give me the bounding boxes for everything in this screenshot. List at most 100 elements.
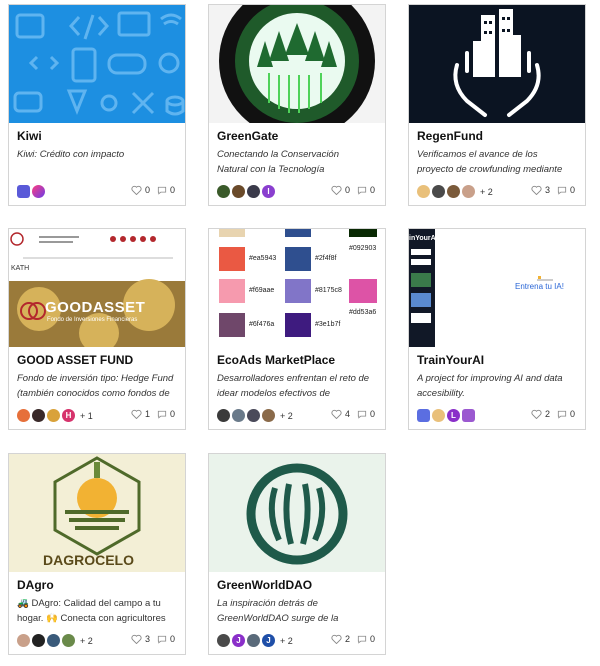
avatar[interactable] bbox=[462, 185, 475, 198]
comment-count[interactable]: 0 bbox=[157, 634, 175, 644]
avatar[interactable] bbox=[47, 409, 60, 422]
like-count[interactable]: 2 bbox=[531, 409, 550, 419]
project-thumbnail[interactable] bbox=[409, 5, 585, 123]
avatar[interactable] bbox=[32, 634, 45, 647]
more-members[interactable]: + 2 bbox=[80, 636, 93, 646]
like-count[interactable]: 3 bbox=[531, 185, 550, 195]
thumbnail-cta: Entrena tu IA! bbox=[515, 282, 564, 291]
comment-count[interactable]: 0 bbox=[557, 409, 575, 419]
card-footer: L 2 0 bbox=[415, 407, 579, 429]
project-thumbnail[interactable] bbox=[209, 454, 385, 572]
like-count[interactable]: 4 bbox=[331, 409, 350, 419]
thumbnail-kath: KATH bbox=[11, 265, 30, 272]
avatar[interactable]: L bbox=[447, 409, 460, 422]
avatar[interactable] bbox=[432, 185, 445, 198]
thumbnail-corner-label: inYourAI bbox=[409, 235, 438, 242]
project-title[interactable]: TrainYourAI bbox=[417, 353, 577, 369]
avatar[interactable] bbox=[217, 185, 230, 198]
like-count[interactable]: 1 bbox=[131, 409, 150, 419]
avatar[interactable] bbox=[247, 409, 260, 422]
more-members[interactable]: + 2 bbox=[280, 411, 293, 421]
project-card-greenworlddao[interactable]: GreenWorldDAO La inspiración detrás de G… bbox=[208, 453, 386, 655]
more-members[interactable]: + 1 bbox=[80, 411, 93, 421]
heart-icon bbox=[331, 409, 342, 419]
avatar[interactable] bbox=[417, 185, 430, 198]
like-count-value: 2 bbox=[544, 409, 550, 419]
avatar[interactable] bbox=[62, 634, 75, 647]
project-thumbnail[interactable]: #ea5943 #2f4f8f #092903 #f69aae #8175c8 … bbox=[209, 229, 385, 347]
project-title[interactable]: GreenGate bbox=[217, 129, 377, 145]
palette-label: #092903 bbox=[349, 245, 377, 252]
team-avatars: + 2 bbox=[417, 185, 493, 198]
avatar[interactable] bbox=[47, 634, 60, 647]
like-count[interactable]: 3 bbox=[131, 634, 150, 644]
comment-count-value: 0 bbox=[369, 185, 375, 195]
project-card-dagro[interactable]: DAGROCELO DAgro 🚜 DAgro: Calidad del cam… bbox=[8, 453, 186, 655]
avatar[interactable] bbox=[17, 634, 30, 647]
project-description: 🚜 DAgro: Calidad del campo a tu hogar. 🙌… bbox=[17, 596, 177, 626]
comment-icon bbox=[357, 635, 367, 644]
avatar[interactable] bbox=[32, 185, 45, 198]
description-line: idear modelos efectivos de bbox=[217, 388, 331, 399]
avatar[interactable]: J bbox=[232, 634, 245, 647]
avatar[interactable] bbox=[262, 409, 275, 422]
like-count[interactable]: 2 bbox=[331, 634, 350, 644]
project-title[interactable]: GreenWorldDAO bbox=[217, 578, 377, 594]
avatar[interactable]: H bbox=[62, 409, 75, 422]
avatar[interactable]: I bbox=[262, 185, 275, 198]
avatar[interactable] bbox=[417, 409, 430, 422]
avatar[interactable] bbox=[447, 185, 460, 198]
project-card-ecoads-marketplace[interactable]: #ea5943 #2f4f8f #092903 #f69aae #8175c8 … bbox=[208, 228, 386, 430]
avatar[interactable]: J bbox=[262, 634, 275, 647]
project-thumbnail[interactable] bbox=[209, 5, 385, 123]
forest-circuit-logo bbox=[209, 5, 385, 123]
heart-icon bbox=[131, 409, 142, 419]
comment-count[interactable]: 0 bbox=[357, 634, 375, 644]
project-card-good-asset-fund[interactable]: KATH GOODASSET Fondo de Inversiones Fina… bbox=[8, 228, 186, 430]
project-thumbnail[interactable]: DAGROCELO bbox=[9, 454, 185, 572]
avatar[interactable] bbox=[232, 409, 245, 422]
description-line: A project for improving AI and data bbox=[417, 373, 563, 384]
avatar[interactable] bbox=[432, 409, 445, 422]
more-members[interactable]: + 2 bbox=[280, 636, 293, 646]
website-preview bbox=[9, 229, 185, 347]
project-title[interactable]: RegenFund bbox=[417, 129, 577, 145]
project-thumbnail[interactable]: inYourAI Entrena tu IA! bbox=[409, 229, 585, 347]
project-description: Verificamos el avance de los proyecto de… bbox=[417, 147, 577, 177]
project-thumbnail[interactable] bbox=[9, 5, 185, 123]
like-count[interactable]: 0 bbox=[131, 185, 150, 195]
comment-count[interactable]: 0 bbox=[357, 409, 375, 419]
tech-icons-pattern bbox=[9, 5, 185, 123]
project-title[interactable]: EcoAds MarketPlace bbox=[217, 353, 377, 369]
project-card-trainyourai[interactable]: inYourAI Entrena tu IA! TrainYourAI A pr… bbox=[408, 228, 586, 430]
card-stats: 2 0 bbox=[324, 634, 375, 644]
avatar[interactable] bbox=[17, 185, 30, 198]
avatar[interactable] bbox=[32, 409, 45, 422]
avatar[interactable] bbox=[247, 634, 260, 647]
team-avatars: L bbox=[417, 409, 477, 422]
project-title[interactable]: Kiwi bbox=[17, 129, 177, 145]
comment-count[interactable]: 0 bbox=[157, 409, 175, 419]
project-card-regenfund[interactable]: RegenFund Verificamos el avance de los p… bbox=[408, 4, 586, 206]
project-card-greengate[interactable]: GreenGate Conectando la Conservación Nat… bbox=[208, 4, 386, 206]
avatar[interactable] bbox=[232, 185, 245, 198]
avatar[interactable] bbox=[17, 409, 30, 422]
comment-count-value: 0 bbox=[569, 185, 575, 195]
project-title[interactable]: DAgro bbox=[17, 578, 177, 594]
avatar[interactable] bbox=[217, 634, 230, 647]
project-title[interactable]: GOOD ASSET FUND bbox=[17, 353, 177, 369]
project-thumbnail[interactable]: KATH GOODASSET Fondo de Inversiones Fina… bbox=[9, 229, 185, 347]
team-avatars: J J + 2 bbox=[217, 634, 293, 647]
avatar[interactable] bbox=[217, 409, 230, 422]
more-members[interactable]: + 2 bbox=[480, 187, 493, 197]
avatar[interactable] bbox=[247, 185, 260, 198]
comment-icon bbox=[357, 186, 367, 195]
comment-count[interactable]: 0 bbox=[157, 185, 175, 195]
like-count[interactable]: 0 bbox=[331, 185, 350, 195]
comment-icon bbox=[357, 410, 367, 419]
team-avatars: H + 1 bbox=[17, 409, 93, 422]
comment-count[interactable]: 0 bbox=[557, 185, 575, 195]
comment-count[interactable]: 0 bbox=[357, 185, 375, 195]
avatar[interactable] bbox=[462, 409, 475, 422]
project-card-kiwi[interactable]: Kiwi Kiwi: Crédito con impacto 0 0 bbox=[8, 4, 186, 206]
